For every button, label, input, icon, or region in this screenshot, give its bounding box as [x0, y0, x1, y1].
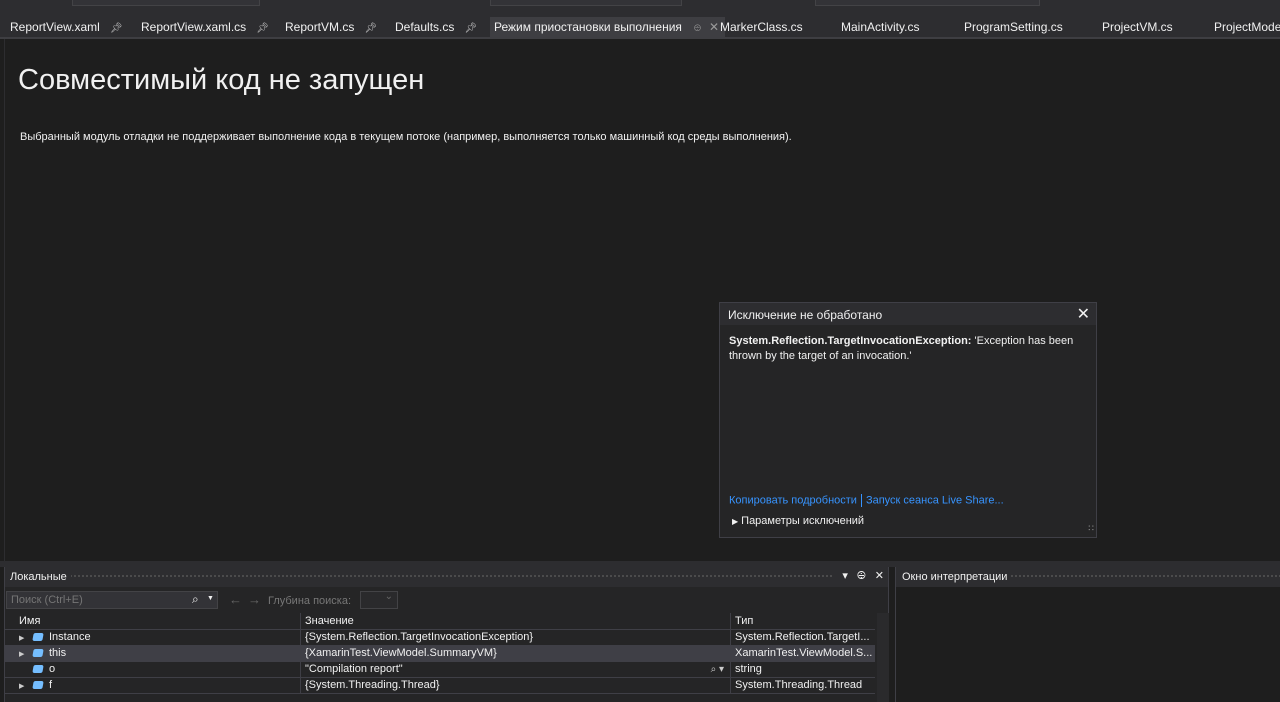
table-row[interactable]: ▶ Instance {System.Reflection.TargetInvoc… [5, 630, 875, 646]
tab-programsetting-cs[interactable]: ProgramSetting.cs [954, 17, 1063, 38]
tab-label: ProgramSetting.cs [964, 20, 1063, 34]
grid-header: Имя Значение Тип [5, 613, 875, 630]
tab-projectmodel-cs[interactable]: ProjectModel.cs [1204, 17, 1280, 38]
tab-mainactivity-cs[interactable]: MainActivity.cs [831, 17, 919, 38]
tab-projectvm-cs[interactable]: ProjectVM.cs [1092, 17, 1173, 38]
tab-label: Defaults.cs [395, 20, 455, 34]
toolbar-combo-1[interactable] [72, 0, 260, 6]
variable-type: System.Reflection.TargetI... [735, 631, 870, 643]
expand-triangle-icon[interactable]: ▶ [19, 647, 29, 661]
locals-panel-title: Локальные [10, 571, 71, 583]
tab-label: ProjectVM.cs [1102, 20, 1173, 34]
variable-name: f [49, 679, 53, 691]
live-share-link[interactable]: Запуск сеанса Live Share... [866, 494, 1004, 506]
toolbar-combo-3[interactable] [815, 0, 1040, 6]
link-separator [860, 494, 862, 507]
tab-reportview-xaml-cs[interactable]: ReportView.xaml.cs 📌︎ [131, 17, 269, 38]
toolbar-combo-2[interactable] [490, 0, 682, 6]
table-row[interactable]: o "Compilation report" ⌕ ▾ string [5, 662, 875, 678]
text-visualizer-icon[interactable]: ⌕ ▾ [711, 662, 724, 677]
tab-reportvm-cs[interactable]: ReportVM.cs 📌︎ [275, 17, 377, 38]
exception-header: Исключение не обработано ✕ [720, 303, 1096, 325]
field-icon [32, 665, 44, 673]
exception-title: Исключение не обработано [728, 308, 883, 322]
chevron-down-icon[interactable]: ▼ [207, 595, 214, 602]
pin-icon[interactable]: 📌︎ [110, 18, 123, 39]
document-tab-strip: ReportView.xaml 📌︎ ReportView.xaml.cs 📌︎ R… [0, 14, 1280, 38]
panel-actions: ▾ ⨸ ✕ [832, 569, 884, 583]
variable-name: o [49, 663, 56, 675]
search-next-icon[interactable]: → [248, 592, 261, 607]
vertical-scrollbar[interactable] [877, 613, 889, 702]
expand-triangle-icon[interactable]: ▶ [19, 631, 29, 645]
immediate-window-header: Окно интерпретации [896, 567, 1280, 587]
variable-value[interactable]: "Compilation report" [305, 663, 403, 675]
variable-name: this [49, 647, 67, 659]
search-previous-icon[interactable]: ← [229, 592, 242, 607]
variable-type: System.Threading.Thread [735, 679, 863, 691]
variable-name: Instance [49, 631, 91, 643]
tab-label: ReportView.xaml.cs [141, 20, 247, 34]
resize-grip-icon[interactable]: ∷ [1088, 523, 1094, 534]
table-row[interactable]: ▶ f {System.Threading.Thread} System.Thre… [5, 678, 875, 694]
field-icon [32, 633, 44, 641]
tab-label: ProjectModel.cs [1214, 20, 1280, 34]
window-position-dropdown-icon[interactable]: ▾ [842, 570, 848, 582]
variable-value[interactable]: {System.Threading.Thread} [301, 678, 731, 693]
search-depth-select[interactable] [360, 591, 398, 609]
tab-label: Режим приостановки выполнения [494, 20, 682, 34]
variable-value[interactable]: {XamarinTest.ViewModel.SummaryVM} [301, 646, 731, 661]
expand-triangle-icon[interactable]: ▶ [19, 679, 29, 693]
column-header-type[interactable]: Тип [731, 613, 875, 629]
column-header-name[interactable]: Имя [5, 613, 301, 629]
variable-value[interactable]: {System.Reflection.TargetInvocationExcep… [301, 630, 731, 645]
exception-links: Копировать подробности Запуск сеанса Live… [729, 494, 1004, 507]
immediate-window: Окно интерпретации [895, 567, 1280, 702]
immediate-window-title: Окно интерпретации [902, 571, 1012, 583]
exception-popup: Исключение не обработано ✕ System.Reflec… [719, 302, 1097, 538]
field-icon [32, 681, 44, 689]
top-toolbar [0, 0, 1280, 14]
column-header-value[interactable]: Значение [301, 613, 731, 629]
locals-panel-header: Локальные ▾ ⨸ ✕ [5, 567, 888, 587]
tab-markerclass-cs[interactable]: MarkerClass.cs [710, 17, 803, 38]
field-icon [32, 649, 44, 657]
tab-reportview-xaml[interactable]: ReportView.xaml 📌︎ [0, 17, 123, 38]
tab-label: ReportVM.cs [285, 20, 355, 34]
page-description: Выбранный модуль отладки не поддерживает… [20, 131, 792, 143]
locals-toolbar: ⌕ ▼ ← → Глубина поиска: [5, 589, 888, 611]
pin-icon[interactable]: ⨸ [694, 18, 701, 39]
exception-settings-label: Параметры исключений [741, 515, 865, 527]
pin-icon[interactable]: 📌︎ [464, 18, 477, 39]
pin-icon[interactable]: 📌︎ [364, 18, 377, 39]
panel-drag-grip[interactable] [9, 574, 838, 579]
pin-icon[interactable]: ⨸ [857, 570, 866, 582]
table-row[interactable]: ▶ this {XamarinTest.ViewModel.SummaryVM} … [5, 646, 875, 662]
locals-panel: Локальные ▾ ⨸ ✕ ⌕ ▼ ← → Глубина поиска: … [4, 567, 889, 702]
pin-icon[interactable]: 📌︎ [256, 18, 269, 39]
exception-message: System.Reflection.TargetInvocationExcept… [729, 334, 1089, 364]
exception-type: System.Reflection.TargetInvocationExcept… [729, 335, 972, 347]
exception-settings-toggle[interactable]: ▶ Параметры исключений [732, 515, 864, 527]
tab-label: MarkerClass.cs [720, 20, 803, 34]
search-icon[interactable]: ⌕ [192, 592, 199, 607]
copy-details-link[interactable]: Копировать подробности [729, 494, 857, 506]
tab-defaults-cs[interactable]: Defaults.cs 📌︎ [385, 17, 477, 38]
close-icon[interactable]: ✕ [875, 570, 884, 582]
tab-label: ReportView.xaml [10, 20, 100, 34]
variable-type: string [735, 663, 762, 675]
tab-label: MainActivity.cs [841, 20, 920, 34]
search-input[interactable] [6, 591, 218, 609]
page-title: Совместимый код не запущен [18, 64, 425, 96]
close-icon[interactable]: ✕ [1077, 304, 1090, 324]
tab-break-mode[interactable]: Режим приостановки выполнения ⨸ ✕ [490, 17, 726, 39]
variable-type: XamarinTest.ViewModel.S... [735, 647, 873, 659]
locals-grid: Имя Значение Тип ▶ Instance {System.Refle… [5, 613, 875, 694]
search-depth-label: Глубина поиска: [268, 595, 352, 607]
expand-triangle-icon: ▶ [732, 517, 739, 526]
immediate-input-area[interactable] [896, 587, 1280, 702]
